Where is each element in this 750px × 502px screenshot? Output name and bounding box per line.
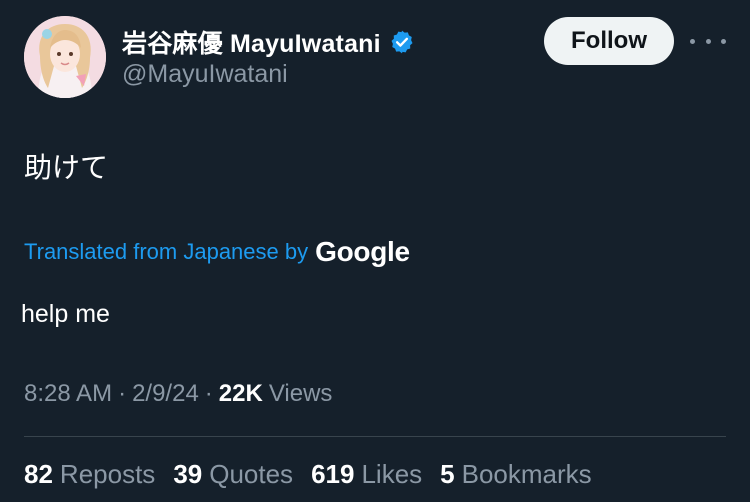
stat-label: Reposts — [59, 459, 156, 489]
stat-label: Quotes — [209, 459, 294, 489]
translation-label-link[interactable]: Translated from Japanese by — [24, 239, 308, 265]
divider — [24, 436, 726, 437]
stat-label: Bookmarks — [461, 459, 592, 489]
stat-reposts[interactable]: 82 Reposts — [24, 459, 155, 490]
verified-badge-icon — [391, 30, 413, 54]
meta-separator: · — [204, 380, 213, 407]
author-name-row[interactable]: 岩谷麻優 MayuIwatani — [122, 24, 415, 60]
stat-label: Likes — [361, 459, 423, 489]
stat-quotes[interactable]: 39 Quotes — [173, 459, 293, 490]
stat-count: 39 — [173, 459, 203, 489]
avatar[interactable] — [24, 16, 106, 98]
more-dot-icon — [721, 38, 726, 44]
engagement-stats: 82 Reposts 39 Quotes 619 Likes 5 Bookmarks — [24, 459, 592, 490]
avatar-image — [24, 16, 106, 98]
views-label: Views — [268, 380, 333, 407]
views-count: 22K — [218, 380, 263, 407]
tweet-date[interactable]: 2/9/24 — [132, 380, 199, 408]
more-dot-icon — [690, 38, 695, 44]
follow-button[interactable]: Follow — [544, 17, 674, 65]
translation-attribution: Translated from Japanese by Google — [24, 236, 410, 268]
stat-count: 82 — [24, 459, 53, 489]
stat-bookmarks[interactable]: 5 Bookmarks — [440, 459, 592, 490]
author-display-name[interactable]: 岩谷麻優 MayuIwatani — [122, 24, 381, 60]
tweet-time[interactable]: 8:28 AM — [24, 380, 112, 408]
stat-count: 5 — [440, 459, 455, 489]
tweet-text: 助けて — [24, 151, 109, 184]
stat-count: 619 — [311, 459, 355, 489]
tweet-meta: 8:28 AM · 2/9/24 · 22K Views — [24, 380, 332, 408]
translated-text: help me — [21, 300, 110, 328]
meta-separator: · — [118, 380, 127, 407]
stat-likes[interactable]: 619 Likes — [311, 459, 422, 490]
more-options-button[interactable] — [690, 28, 726, 54]
google-logo: Google — [315, 236, 410, 267]
more-dot-icon — [705, 38, 711, 44]
author-handle[interactable]: @MayuIwatani — [122, 60, 288, 89]
